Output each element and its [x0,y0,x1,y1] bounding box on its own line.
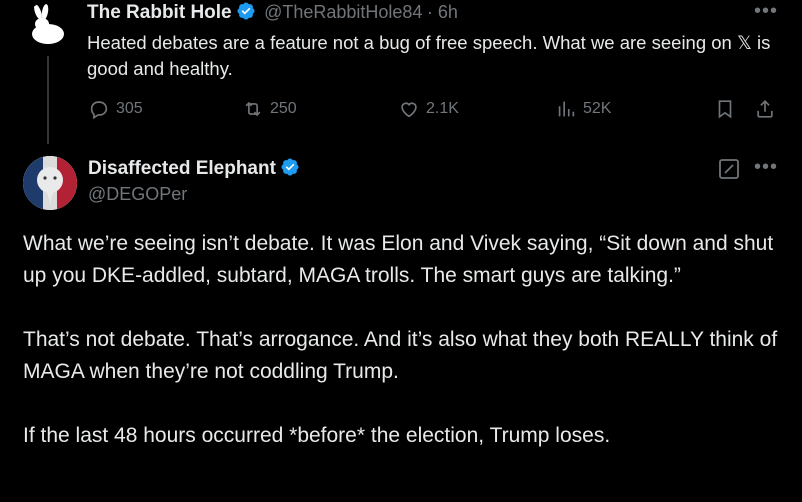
share-button[interactable] [754,98,776,120]
verified-badge-icon [281,158,299,176]
tweet2-body: What we’re seeing isn’t debate. It was E… [23,228,793,484]
tweet1-header: The Rabbit Hole @TheRabbitHole84 · 6h [87,1,458,24]
views-button[interactable]: 52K [555,98,611,120]
author-name[interactable]: Disaffected Elephant [88,158,276,179]
tweet2-header: Disaffected Elephant [88,157,300,180]
tweet1-text: Heated debates are a feature not a bug o… [87,32,771,79]
rabbit-avatar[interactable] [24,2,72,50]
repost-button[interactable]: 250 [242,98,297,120]
view-count: 52K [583,100,612,117]
reply-count: 305 [116,100,143,117]
repost-icon [245,101,261,117]
repost-count: 250 [270,100,297,117]
like-button[interactable]: 2.1K [398,98,459,120]
more-icon[interactable]: ••• [754,156,778,179]
tweet2-paragraph: What we’re seeing isn’t debate. It was E… [23,232,774,287]
more-icon[interactable]: ••• [754,0,778,23]
like-icon [401,102,417,118]
reply-icon [90,101,108,120]
like-count: 2.1K [426,100,459,117]
edit-icon[interactable] [718,158,740,180]
tweet2-paragraph: That’s not debate. That’s arrogance. And… [23,328,778,383]
tweet2-paragraph: If the last 48 hours occurred *before* t… [23,424,611,447]
action-bar: 305 250 2.1K 52K [88,98,788,124]
author-handle[interactable]: @DEGOPer [88,184,187,205]
bookmark-icon [718,100,732,119]
timestamp[interactable]: · 6h [427,2,458,22]
bookmark-button[interactable] [714,98,736,120]
author-name[interactable]: The Rabbit Hole [87,2,232,23]
author-handle[interactable]: @TheRabbitHole84 [264,2,422,22]
reply-button[interactable]: 305 [88,98,143,120]
views-icon [558,101,575,117]
elephant-avatar[interactable] [23,156,77,210]
share-icon [757,100,773,118]
verified-badge-icon [237,2,255,20]
thread-line [47,56,49,144]
